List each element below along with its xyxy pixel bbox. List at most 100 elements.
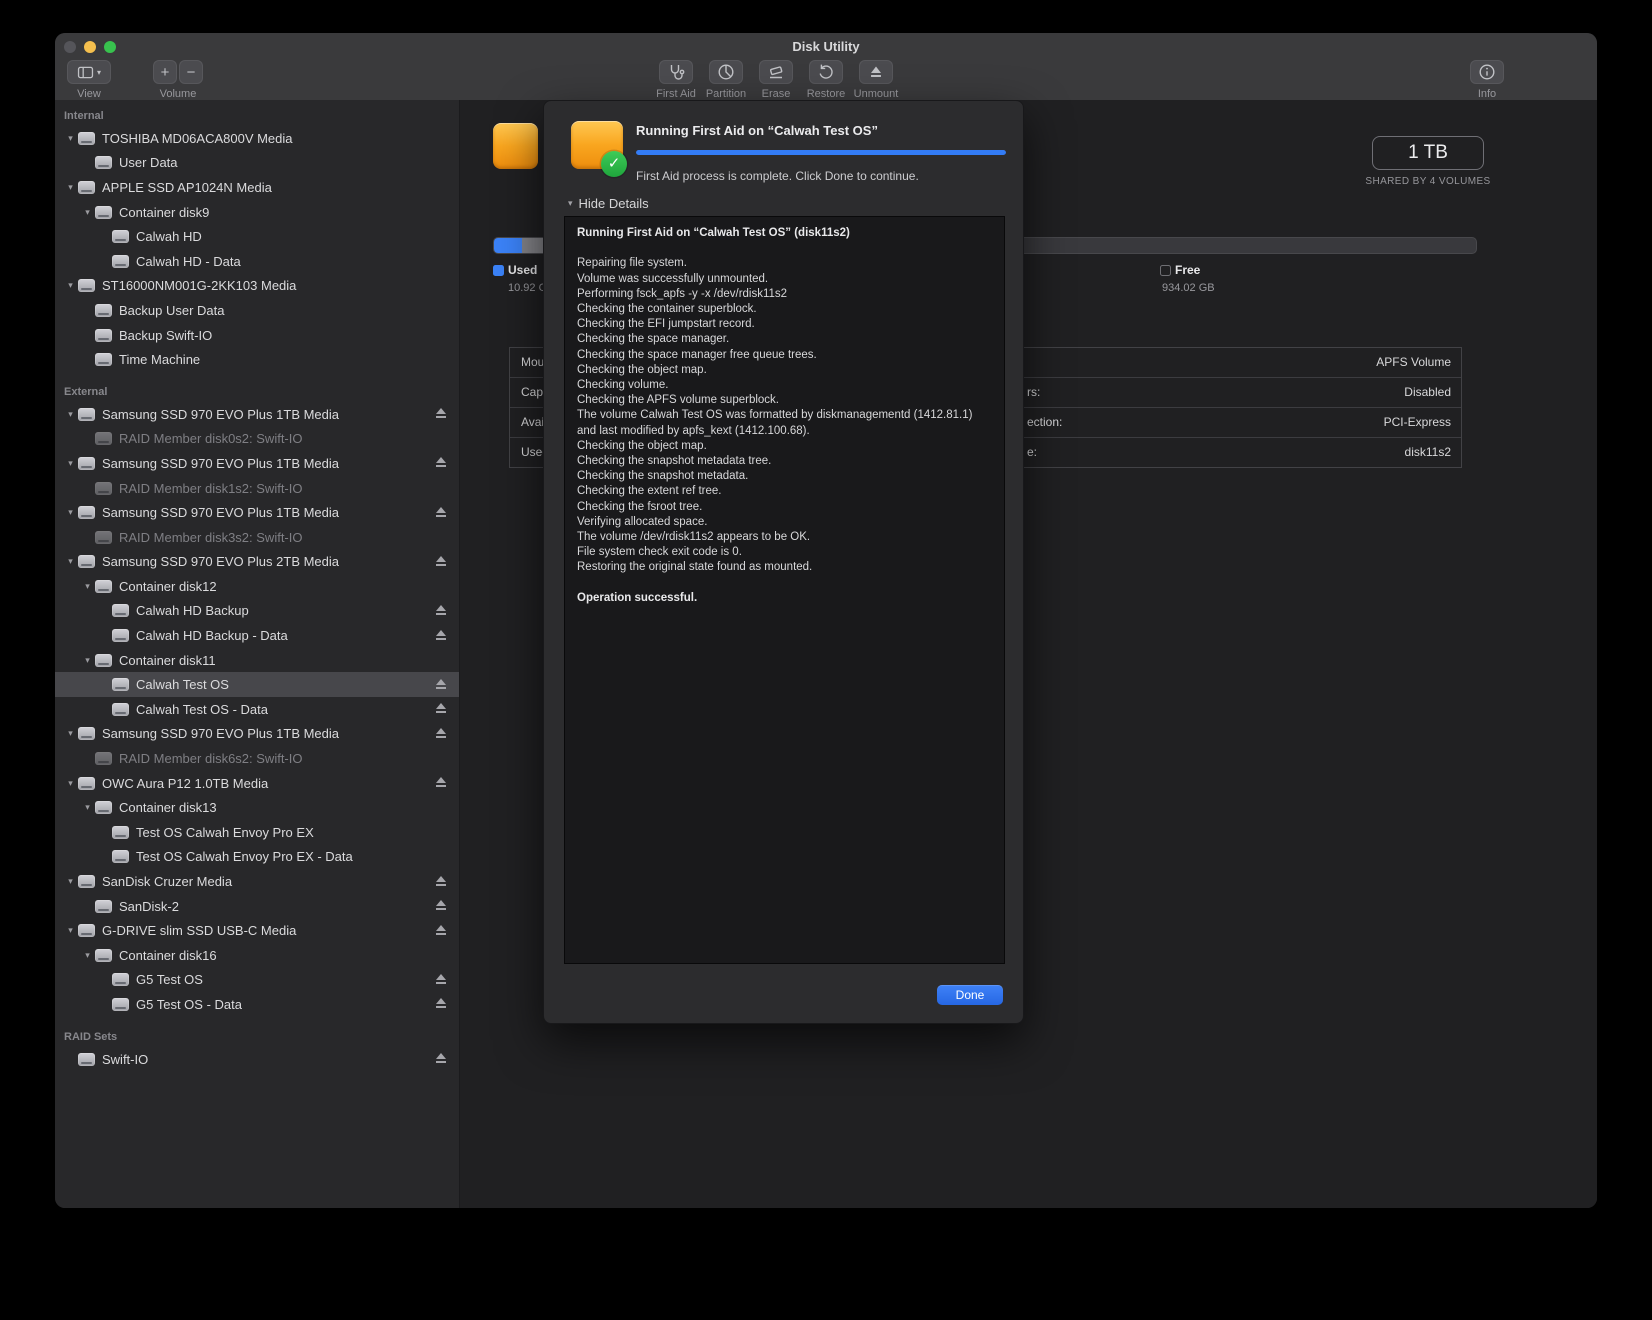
eject-icon[interactable] [435,506,447,519]
eject-icon[interactable] [435,900,447,912]
first-aid-button[interactable] [659,60,693,84]
sidebar-item-label: SanDisk-2 [119,898,179,914]
disclosure-triangle-icon[interactable]: ▾ [63,925,78,936]
disclosure-triangle-icon[interactable]: ▾ [63,280,78,291]
legend-used: Used 10.92 G [493,263,547,294]
sidebar-item-label: SanDisk Cruzer Media [102,874,233,890]
view-button[interactable]: ▾ [67,60,111,84]
unmount-button[interactable] [859,60,893,84]
sidebar-item-raid-member-disk3s2-swift-io[interactable]: RAID Member disk3s2: Swift-IO [55,525,459,550]
sidebar-item-raid-member-disk0s2-swift-io[interactable]: RAID Member disk0s2: Swift-IO [55,427,459,452]
eject-icon[interactable] [435,727,447,740]
restore-button[interactable] [809,60,843,84]
sidebar-item-label: Test OS Calwah Envoy Pro EX [136,824,314,840]
disclosure-triangle-icon[interactable]: ▾ [63,458,78,469]
sidebar-item-user-data[interactable]: User Data [55,151,459,176]
remove-volume-button[interactable]: − [179,60,203,84]
sidebar-item-backup-swift-io[interactable]: Backup Swift-IO [55,323,459,348]
eject-icon[interactable] [435,998,447,1010]
sidebar-item-container-disk13[interactable]: ▾ Container disk13 [55,795,459,820]
sidebar-item-samsung-ssd-970-evo-plus-2tb-media[interactable]: ▾ Samsung SSD 970 EVO Plus 2TB Media [55,550,459,575]
sidebar-item-samsung-ssd-970-evo-plus-1tb-media[interactable]: ▾ Samsung SSD 970 EVO Plus 1TB Media [55,500,459,525]
eject-icon[interactable] [435,408,447,420]
chevron-down-icon: ▾ [96,67,101,77]
eject-icon[interactable] [435,678,447,691]
hide-details-toggle[interactable]: ▾ Hide Details [568,196,649,211]
sidebar-item-calwah-hd-data[interactable]: Calwah HD - Data [55,249,459,274]
disk-utility-window: Disk Utility ▾ View + − Volume First Aid… [55,33,1597,1208]
erase-button[interactable] [759,60,793,84]
disclosure-triangle-icon[interactable]: ▾ [63,409,78,420]
sidebar-item-label: G-DRIVE slim SSD USB-C Media [102,923,297,939]
disclosure-triangle-icon[interactable]: ▾ [63,876,78,887]
add-volume-button[interactable]: + [153,60,177,84]
disclosure-triangle-icon[interactable]: ▾ [63,728,78,739]
disk-icon [78,279,95,293]
sidebar-item-calwah-hd-backup-data[interactable]: Calwah HD Backup - Data [55,623,459,648]
sidebar-item-container-disk9[interactable]: ▾ Container disk9 [55,200,459,225]
sidebar-item-g-drive-slim-ssd-usb-c-media[interactable]: ▾ G-DRIVE slim SSD USB-C Media [55,918,459,943]
disclosure-triangle-icon[interactable]: ▾ [63,778,78,789]
eject-icon[interactable] [435,703,447,715]
eject-icon[interactable] [435,875,447,888]
dialog-volume-icon: ✓ [571,121,627,177]
view-icon [77,66,94,78]
sidebar-item-label: Container disk12 [119,578,217,594]
sidebar-item-calwah-hd-backup[interactable]: Calwah HD Backup [55,599,459,624]
sidebar-item-swift-io[interactable]: Swift-IO [55,1047,459,1072]
sidebar-item-samsung-ssd-970-evo-plus-1tb-media[interactable]: ▾ Samsung SSD 970 EVO Plus 1TB Media [55,722,459,747]
eject-icon[interactable] [435,924,447,937]
sidebar-item-container-disk11[interactable]: ▾ Container disk11 [55,648,459,673]
sidebar-item-test-os-calwah-envoy-pro-ex[interactable]: Test OS Calwah Envoy Pro EX [55,820,459,845]
sidebar-item-label: G5 Test OS - Data [136,996,242,1012]
sidebar-item-sandisk-cruzer-media[interactable]: ▾ SanDisk Cruzer Media [55,869,459,894]
sidebar-item-sandisk-2[interactable]: SanDisk-2 [55,894,459,919]
sidebar-item-time-machine[interactable]: Time Machine [55,347,459,372]
sidebar-item-container-disk16[interactable]: ▾ Container disk16 [55,943,459,968]
eject-icon[interactable] [435,629,447,642]
sidebar-item-owc-aura-p12-1-0tb-media[interactable]: ▾ OWC Aura P12 1.0TB Media [55,771,459,796]
sidebar-item-samsung-ssd-970-evo-plus-1tb-media[interactable]: ▾ Samsung SSD 970 EVO Plus 1TB Media [55,402,459,427]
sidebar-item-container-disk12[interactable]: ▾ Container disk12 [55,574,459,599]
eject-icon[interactable] [435,457,447,469]
eject-icon[interactable] [435,777,447,789]
sidebar-item-samsung-ssd-970-evo-plus-1tb-media[interactable]: ▾ Samsung SSD 970 EVO Plus 1TB Media [55,451,459,476]
sidebar-item-raid-member-disk6s2-swift-io[interactable]: RAID Member disk6s2: Swift-IO [55,746,459,771]
disclosure-triangle-icon[interactable]: ▾ [63,556,78,567]
sidebar-item-st16000nm001g-2kk103-media[interactable]: ▾ ST16000NM001G-2KK103 Media [55,274,459,299]
sidebar-item-g5-test-os[interactable]: G5 Test OS [55,968,459,993]
disclosure-triangle-icon[interactable]: ▾ [80,802,95,813]
sidebar-item-label: G5 Test OS [136,972,203,988]
sidebar-item-raid-member-disk1s2-swift-io[interactable]: RAID Member disk1s2: Swift-IO [55,476,459,501]
sidebar-item-label: TOSHIBA MD06ACA800V Media [102,130,293,146]
disclosure-triangle-icon[interactable]: ▾ [63,507,78,518]
eject-icon[interactable] [435,973,447,986]
info-left-label: Mou [521,355,545,369]
sidebar-item-test-os-calwah-envoy-pro-ex-data[interactable]: Test OS Calwah Envoy Pro EX - Data [55,845,459,870]
eject-icon[interactable] [435,555,447,568]
info-left-label: Cap [521,385,544,399]
sidebar-item-apple-ssd-ap1024n-media[interactable]: ▾ APPLE SSD AP1024N Media [55,175,459,200]
disclosure-triangle-icon[interactable]: ▾ [80,950,95,961]
disclosure-triangle-icon[interactable]: ▾ [63,182,78,193]
disclosure-triangle-icon[interactable]: ▾ [63,133,78,144]
sidebar-item-calwah-hd[interactable]: Calwah HD [55,224,459,249]
sidebar-item-toshiba-md06aca800v-media[interactable]: ▾ TOSHIBA MD06ACA800V Media [55,126,459,151]
disk-icon [112,230,129,244]
used-value: 10.92 G [508,282,548,294]
eject-icon[interactable] [435,604,447,617]
disclosure-triangle-icon[interactable]: ▾ [80,207,95,218]
sidebar-item-g5-test-os-data[interactable]: G5 Test OS - Data [55,992,459,1017]
info-control: Info [1465,60,1509,100]
disclosure-triangle-icon[interactable]: ▾ [80,581,95,592]
disclosure-triangle-icon[interactable]: ▾ [80,655,95,666]
sidebar-item-calwah-test-os-data[interactable]: Calwah Test OS - Data [55,697,459,722]
done-button[interactable]: Done [937,985,1003,1005]
info-left-label: Avai [521,415,545,429]
info-button[interactable] [1470,60,1504,84]
sidebar-item-calwah-test-os[interactable]: Calwah Test OS [55,672,459,698]
disk-icon [78,506,95,520]
sidebar-item-backup-user-data[interactable]: Backup User Data [55,298,459,323]
eject-icon[interactable] [435,1053,447,1065]
partition-button[interactable] [709,60,743,84]
